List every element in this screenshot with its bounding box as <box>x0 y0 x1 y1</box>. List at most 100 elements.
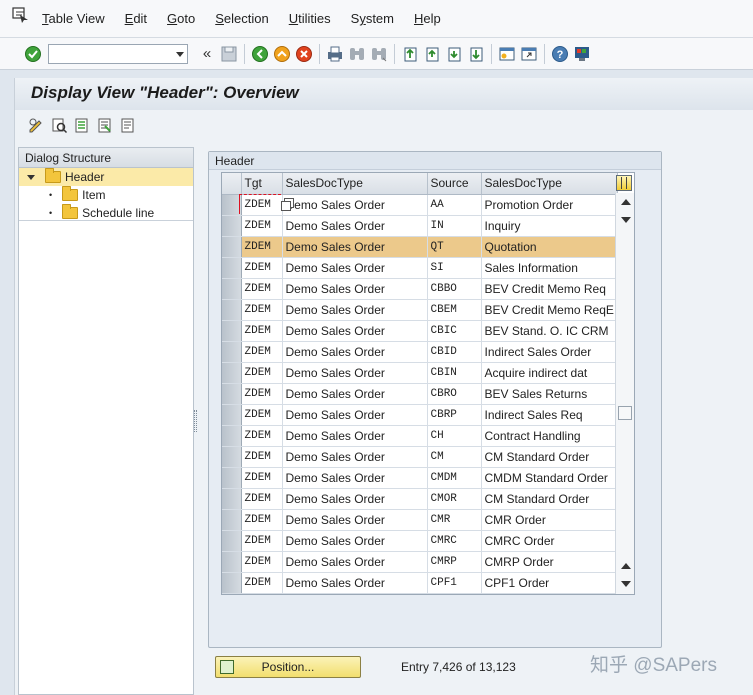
row-selector[interactable] <box>222 299 242 321</box>
cell-source[interactable]: IN <box>427 215 482 237</box>
table-row[interactable]: ZDEM Demo Sales Order CMR CMR Order <box>222 509 618 531</box>
expand-arrow-icon[interactable] <box>27 174 35 180</box>
column-header-source[interactable]: Source <box>427 173 482 195</box>
next-page-icon[interactable] <box>443 43 465 65</box>
menu-goto[interactable]: Goto <box>167 11 195 26</box>
cell-salesdoctype[interactable]: Demo Sales Order <box>282 341 428 363</box>
menu-system[interactable]: System <box>351 11 394 26</box>
cell-source-salesdoctype[interactable]: Acquire indirect dat <box>481 362 618 384</box>
menu-utilities[interactable]: Utilities <box>289 11 331 26</box>
collapse-toolbar-icon[interactable]: « <box>196 43 218 65</box>
print-view-icon[interactable] <box>117 114 139 136</box>
save-icon[interactable] <box>218 43 240 65</box>
cell-source[interactable]: CMDM <box>427 467 482 489</box>
row-selector[interactable] <box>222 488 242 510</box>
row-selector[interactable] <box>222 320 242 342</box>
cell-salesdoctype[interactable]: Demo Sales Order <box>282 467 428 489</box>
cell-source[interactable]: AA <box>427 194 482 216</box>
create-session-icon[interactable] <box>496 43 518 65</box>
table-row[interactable]: ZDEM Demo Sales Order QT Quotation <box>222 236 618 258</box>
cell-source[interactable]: CBRO <box>427 383 482 405</box>
menu-edit[interactable]: Edit <box>125 11 147 26</box>
enter-icon[interactable] <box>22 43 44 65</box>
column-header-tgt[interactable]: Tgt <box>241 173 283 195</box>
cell-tgt[interactable]: ZDEM <box>241 299 283 321</box>
cell-source-salesdoctype[interactable]: BEV Credit Memo Req <box>481 278 618 300</box>
table-settings-icon[interactable] <box>616 175 632 191</box>
cell-source-salesdoctype[interactable]: CM Standard Order <box>481 446 618 468</box>
vertical-scrollbar[interactable] <box>615 193 634 594</box>
splitter-handle[interactable] <box>194 410 197 432</box>
cell-salesdoctype[interactable]: Demo Sales Order <box>282 425 428 447</box>
cell-tgt[interactable]: ZDEM <box>241 467 283 489</box>
cell-source-salesdoctype[interactable]: BEV Sales Returns <box>481 383 618 405</box>
cell-source-salesdoctype[interactable]: Indirect Sales Req <box>481 404 618 426</box>
cell-source[interactable]: CMOR <box>427 488 482 510</box>
system-menu-icon[interactable] <box>12 6 30 23</box>
previous-page-icon[interactable] <box>421 43 443 65</box>
exit-icon[interactable] <box>271 43 293 65</box>
row-selector[interactable] <box>222 425 242 447</box>
create-shortcut-icon[interactable] <box>518 43 540 65</box>
table-row[interactable]: ZDEM Demo Sales Order CBRO BEV Sales Return… <box>222 383 618 405</box>
table-row[interactable]: ZDEM Demo Sales Order CBBO BEV Credit Memo … <box>222 278 618 300</box>
row-selector[interactable] <box>222 257 242 279</box>
row-selector[interactable] <box>222 551 242 573</box>
table-row[interactable]: ZDEM Demo Sales Order CBIC BEV Stand. O. IC… <box>222 320 618 342</box>
cell-tgt[interactable]: ZDEM <box>241 362 283 384</box>
cell-salesdoctype[interactable]: Demo Sales Order <box>282 530 428 552</box>
select-all-column-header[interactable] <box>222 173 242 195</box>
row-selector[interactable] <box>222 341 242 363</box>
column-header-salesdoctype-source[interactable]: SalesDocType <box>481 173 618 195</box>
position-button[interactable]: Position... <box>215 656 361 678</box>
cell-source[interactable]: CBIN <box>427 362 482 384</box>
cell-source[interactable]: SI <box>427 257 482 279</box>
cell-tgt[interactable]: ZDEM <box>241 446 283 468</box>
cell-source-salesdoctype[interactable]: CM Standard Order <box>481 488 618 510</box>
menu-help[interactable]: Help <box>414 11 441 26</box>
help-icon[interactable]: ? <box>549 43 571 65</box>
print-icon[interactable] <box>324 43 346 65</box>
chevron-down-icon[interactable] <box>176 51 184 57</box>
menu-table-view[interactable]: Table View <box>42 11 105 26</box>
cell-source[interactable]: CM <box>427 446 482 468</box>
cell-source[interactable]: CMRP <box>427 551 482 573</box>
tree-node-header[interactable]: Header <box>19 168 193 186</box>
cell-tgt[interactable]: ZDEM <box>241 425 283 447</box>
cell-tgt[interactable]: ZDEM <box>241 509 283 531</box>
display-change-icon[interactable] <box>25 114 47 136</box>
cell-source[interactable]: QT <box>427 236 482 258</box>
row-selector[interactable] <box>222 446 242 468</box>
cell-source-salesdoctype[interactable]: Sales Information <box>481 257 618 279</box>
cell-source[interactable]: CBRP <box>427 404 482 426</box>
cell-tgt[interactable]: ZDEM <box>241 404 283 426</box>
cell-salesdoctype[interactable]: Demo Sales Order <box>282 488 428 510</box>
cell-source[interactable]: CMR <box>427 509 482 531</box>
cell-tgt[interactable]: ZDEM <box>241 320 283 342</box>
table-row[interactable]: ZDEM Demo Sales Order CPF1 CPF1 Order <box>222 572 618 594</box>
back-icon[interactable] <box>249 43 271 65</box>
menu-selection[interactable]: Selection <box>215 11 268 26</box>
last-page-icon[interactable] <box>465 43 487 65</box>
page-up-icon[interactable] <box>621 563 631 569</box>
cell-salesdoctype[interactable]: Demo Sales Order <box>282 278 428 300</box>
row-selector[interactable] <box>222 509 242 531</box>
cell-salesdoctype[interactable]: Demo Sales Order <box>282 509 428 531</box>
cell-salesdoctype[interactable]: Demo Sales Order <box>282 215 428 237</box>
table-row[interactable]: ZDEM Demo Sales Order CBRP Indirect Sales R… <box>222 404 618 426</box>
cell-source-salesdoctype[interactable]: BEV Credit Memo ReqE <box>481 299 618 321</box>
first-page-icon[interactable] <box>399 43 421 65</box>
cell-tgt[interactable]: ZDEM <box>241 383 283 405</box>
cell-source[interactable]: CBEM <box>427 299 482 321</box>
cell-tgt[interactable]: ZDEM <box>241 551 283 573</box>
cell-source-salesdoctype[interactable]: CMRC Order <box>481 530 618 552</box>
table-row[interactable]: ZDEM Demo Sales Order CM CM Standard Order <box>222 446 618 468</box>
table-row[interactable]: ZDEM Demo Sales Order CBID Indirect Sales O… <box>222 341 618 363</box>
row-selector[interactable] <box>222 362 242 384</box>
cell-source-salesdoctype[interactable]: CMRP Order <box>481 551 618 573</box>
column-header-salesdoctype[interactable]: SalesDocType <box>282 173 428 195</box>
table-row[interactable]: ZDEM Demo Sales Order CMRC CMRC Order <box>222 530 618 552</box>
cell-source[interactable]: CPF1 <box>427 572 482 594</box>
table-row[interactable]: ZDEM Demo Sales Order CMOR CM Standard Orde… <box>222 488 618 510</box>
cell-tgt[interactable]: ZDEM <box>241 488 283 510</box>
